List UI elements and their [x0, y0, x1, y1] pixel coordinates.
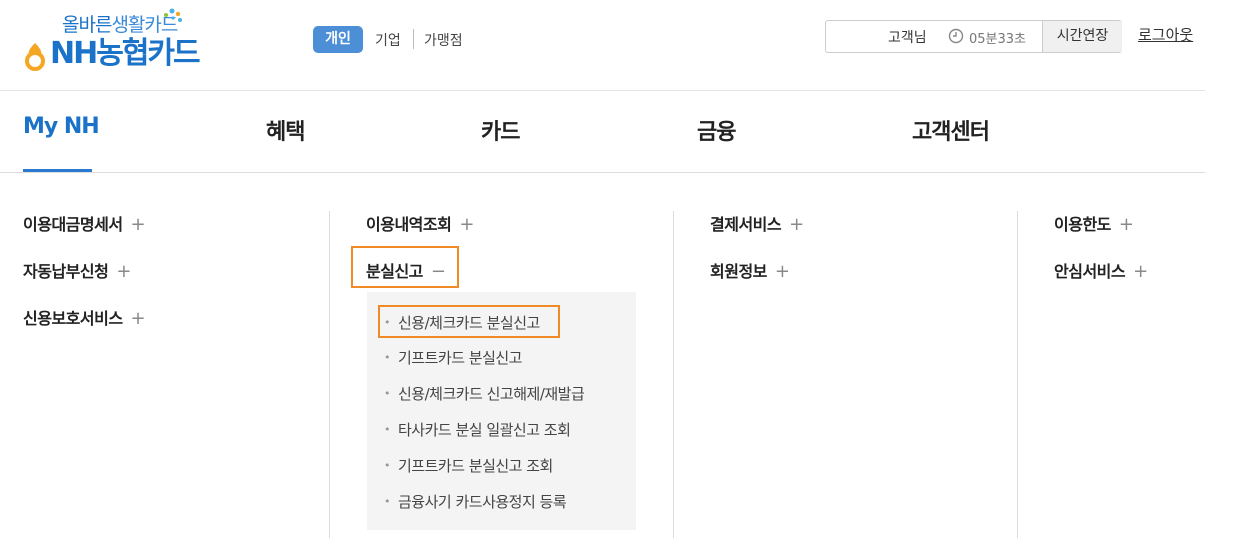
- submenu-item[interactable]: • 신용/체크카드 신고해제/재발급: [384, 383, 585, 404]
- segment-merchant[interactable]: 가맹점: [424, 30, 463, 50]
- session-user: 고객님: [888, 30, 927, 46]
- menu-label: 자동납부신청: [23, 262, 109, 281]
- nav-my-nh[interactable]: My NH: [23, 114, 100, 139]
- segment-personal[interactable]: 개인: [313, 26, 363, 53]
- menu-usage-limit[interactable]: 이용한도 +: [1054, 211, 1134, 235]
- nav-bottom-border: [0, 172, 1205, 173]
- menu-lost-report[interactable]: 분실신고 −: [366, 258, 446, 282]
- logout-link[interactable]: 로그아웃: [1138, 24, 1193, 45]
- column-divider: [329, 211, 330, 538]
- session-timer: 05분33초: [969, 32, 1027, 47]
- submenu-label: 신용/체크카드 분실신고: [398, 314, 540, 332]
- submenu-item[interactable]: • 금융사기 카드사용정지 등록: [384, 491, 567, 512]
- submenu-item[interactable]: • 기프트카드 분실신고 조회: [384, 455, 553, 476]
- submenu-item[interactable]: • 신용/체크카드 분실신고: [384, 312, 540, 333]
- menu-auto-payment[interactable]: 자동납부신청 +: [23, 258, 131, 282]
- expand-icon: +: [116, 261, 131, 282]
- menu-member-info[interactable]: 회원정보 +: [710, 258, 790, 282]
- nav-benefits[interactable]: 혜택: [266, 114, 305, 146]
- logo-brand[interactable]: NH농협카드: [50, 36, 201, 72]
- submenu-label: 기프트카드 분실신고 조회: [398, 457, 553, 475]
- submenu-label: 금융사기 카드사용정지 등록: [398, 493, 567, 511]
- menu-label: 회원정보: [710, 262, 767, 281]
- segment-corporate[interactable]: 기업: [375, 30, 401, 50]
- collapse-icon: −: [430, 261, 446, 282]
- menu-label: 이용한도: [1054, 215, 1111, 234]
- menu-usage-history[interactable]: 이용내역조회 +: [366, 211, 474, 235]
- bullet-icon: •: [384, 387, 391, 400]
- menu-safety-service[interactable]: 안심서비스 +: [1054, 258, 1148, 282]
- menu-label: 결제서비스: [710, 215, 782, 234]
- expand-icon: +: [130, 214, 146, 235]
- submenu-item[interactable]: • 타사카드 분실 일괄신고 조회: [384, 419, 571, 440]
- clock-icon: [948, 28, 964, 44]
- expand-icon: +: [1118, 214, 1134, 235]
- menu-billing-statement[interactable]: 이용대금명세서 +: [23, 211, 146, 235]
- bullet-icon: •: [384, 495, 391, 508]
- menu-label: 신용보호서비스: [23, 309, 123, 328]
- menu-payment-service[interactable]: 결제서비스 +: [710, 211, 804, 235]
- submenu-label: 기프트카드 분실신고: [398, 349, 522, 367]
- menu-label: 이용내역조회: [366, 215, 452, 234]
- segment-divider: [413, 29, 414, 49]
- submenu-item[interactable]: • 기프트카드 분실신고: [384, 347, 522, 368]
- expand-icon: +: [774, 261, 790, 282]
- menu-label: 안심서비스: [1054, 262, 1126, 281]
- extend-session-button[interactable]: 시간연장: [1042, 21, 1122, 52]
- logo-dots-icon: [164, 8, 182, 22]
- bullet-icon: •: [384, 351, 391, 364]
- menu-credit-protection[interactable]: 신용보호서비스 +: [23, 305, 146, 329]
- expand-icon: +: [1133, 261, 1148, 282]
- expand-icon: +: [789, 214, 804, 235]
- menu-label: 분실신고: [366, 262, 423, 281]
- bullet-icon: •: [384, 459, 391, 472]
- nav-top-border: [0, 90, 1205, 91]
- column-divider: [1017, 211, 1018, 538]
- nav-customer-center[interactable]: 고객센터: [912, 114, 990, 146]
- menu-label: 이용대금명세서: [23, 215, 123, 234]
- logo-tagline-main: 올바른: [62, 14, 112, 36]
- bullet-icon: •: [384, 316, 391, 329]
- column-divider: [673, 211, 674, 538]
- nav-finance[interactable]: 금융: [697, 114, 736, 146]
- submenu-label: 타사카드 분실 일괄신고 조회: [398, 421, 571, 439]
- submenu-label: 신용/체크카드 신고해제/재발급: [398, 385, 585, 403]
- bullet-icon: •: [384, 423, 391, 436]
- nav-card[interactable]: 카드: [481, 114, 520, 146]
- expand-icon: +: [130, 308, 146, 329]
- expand-icon: +: [459, 214, 474, 235]
- nh-logo-icon: [25, 43, 45, 71]
